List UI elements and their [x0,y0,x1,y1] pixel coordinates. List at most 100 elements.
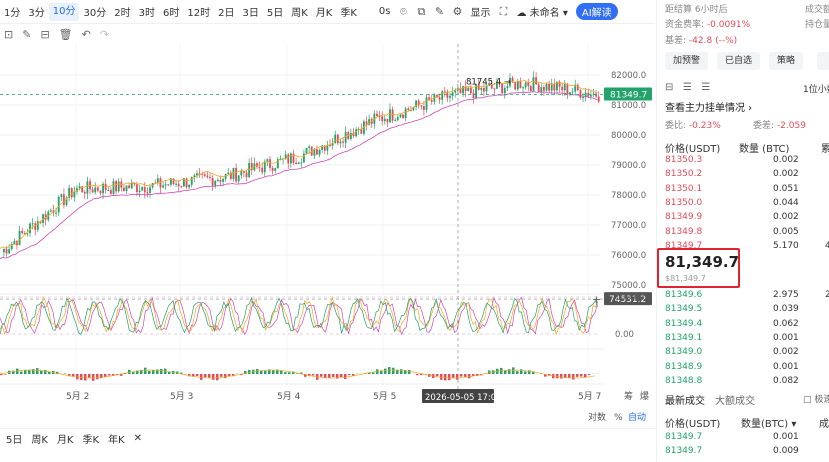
trade-col-extra: 成 [819,419,829,430]
candle-body [203,174,206,176]
asks-row[interactable]: 81349.8 0.005 [665,227,829,240]
delete-icon[interactable]: 🗑 [59,28,73,41]
asks-row[interactable]: 81350.1 0.051 [665,184,829,197]
timeframe-13[interactable]: 季K [336,4,361,19]
macd-bar [448,374,451,381]
bids-row[interactable]: 81349.5 0.039 [665,304,829,317]
macd-bar [168,371,171,374]
timeframe-7[interactable]: 12时 [183,4,214,19]
macd-bar [504,370,507,374]
period-button-2[interactable]: 月K [57,431,74,446]
bids-row[interactable]: 81349.1 0.001 [665,333,829,346]
candle-body [235,167,237,182]
main-orders-link[interactable]: 查看主力挂单情况 › [665,99,752,114]
watchlist-button[interactable]: 已自选 [717,52,761,70]
lock-icon[interactable]: ⊟ [40,28,49,41]
bids-row[interactable]: 81349.0 0.002 [665,347,829,360]
timeframe-0[interactable]: 1分 [0,4,24,19]
strategy-button[interactable]: 策略 [769,52,804,70]
candle-body [63,194,65,205]
timeframe-2[interactable]: 10分 [48,2,80,21]
trades-row[interactable]: 81349.7 0.009 [665,446,829,459]
timeframe-4[interactable]: 2时 [110,4,134,19]
undo-icon[interactable]: ↶ [82,28,91,41]
orderbook-view-icons[interactable]: ⊟ ☰ ☰ [665,82,710,93]
precision-select[interactable]: 1位小数 [803,82,829,95]
candle-body [378,116,381,118]
candle-body [109,189,112,194]
tab-large-trades[interactable]: 大额成交 [715,392,755,407]
asks-qty: 0.002 [773,155,799,165]
period-button-1[interactable]: 周K [31,431,48,446]
bids-row[interactable]: 81348.8 0.082 [665,376,829,389]
asks-row[interactable]: 81350.0 0.044 [665,198,829,211]
candle-body [399,114,402,118]
period-button-0[interactable]: 5日 [6,431,22,446]
candle-body [175,183,177,185]
candle-body [266,159,269,162]
asks-row[interactable]: 81350.2 0.002 [665,169,829,182]
candle-body [206,175,209,178]
macd-bar [516,371,519,374]
timeframe-10[interactable]: 5日 [263,4,287,19]
bids-row[interactable]: 81349.4 0.062 [665,319,829,332]
sync-icon[interactable]: ⧉ [412,5,430,19]
candle-body [211,178,214,186]
macd-bar [88,374,91,378]
timeframe-9[interactable]: 3日 [238,4,262,19]
period-button-3[interactable]: 季K [83,431,100,446]
candle-body [430,100,433,102]
asks-row[interactable]: 81349.9 0.002 [665,212,829,225]
camera-icon[interactable]: ⌾ [394,5,412,19]
macd-bar [260,370,263,374]
macd-bar [212,374,215,380]
more-button[interactable] [817,52,829,70]
pen-icon[interactable]: ✎ [430,5,448,18]
period-button-4[interactable]: 年K [108,431,125,446]
candle-body [162,185,164,188]
display-button[interactable]: 显示 [466,4,494,19]
trades-row[interactable]: 81349.7 0.001 [665,432,829,445]
tab-latest-trades[interactable]: 最新成交 [665,392,705,407]
add-alert-button[interactable]: 加预警 [665,52,709,70]
ai-interpret-button[interactable]: AI解读 [575,3,618,20]
candle-body [443,91,446,93]
price-chart[interactable]: 82000.0 81000.0 80000.0 79000.0 78000.0 77000… [0,44,655,428]
timeframe-3[interactable]: 30分 [79,4,110,19]
draw-icon[interactable]: ✎ [22,28,31,41]
candle-body [128,185,131,189]
candle-body [394,119,397,121]
last-price-box[interactable]: 81,349.7 $81,349.7 [657,248,740,288]
seconds-label[interactable]: 0s [375,6,395,17]
bids-price: 81349.0 [665,347,703,358]
candle-body [561,86,564,91]
trade-col-qty[interactable]: 数量(BTC) ▾ [741,415,796,430]
timeframe-8[interactable]: 2日 [214,4,238,19]
bids-row[interactable]: 81348.9 0.001 [665,362,829,375]
macd-bar [392,367,395,374]
timeframe-1[interactable]: 3分 [24,4,48,19]
close-icon[interactable]: ✕ [134,433,142,444]
candle-body [167,184,170,186]
bids-row[interactable]: 81349.6 2.975 24 [665,290,829,303]
macd-bar [36,368,39,374]
fast-toggle[interactable]: □ 极速 [803,392,829,405]
candle-body [537,84,540,92]
redo-icon[interactable]: ↷ [100,28,109,41]
timeframe-11[interactable]: 周K [287,4,312,19]
price-tick-2: 80000.0 [611,131,646,141]
asks-row[interactable]: 81350.3 0.002 [665,155,829,168]
layout-select[interactable]: ☁ 未命名 ▾ [512,4,571,19]
indicator-icon[interactable]: ⊡ [4,28,13,41]
candle-body [188,184,191,188]
macd-bar [460,374,463,377]
candle-body [404,108,407,118]
timeframe-6[interactable]: 6时 [159,4,183,19]
candle-body [467,87,470,92]
expand-icon[interactable]: ⛶ [494,5,512,19]
candle-body [295,162,297,165]
timeframe-5[interactable]: 3时 [135,4,159,19]
timeframe-12[interactable]: 月K [312,4,337,19]
candle-body [287,154,290,164]
settings-icon[interactable]: ⚙ [448,5,466,18]
